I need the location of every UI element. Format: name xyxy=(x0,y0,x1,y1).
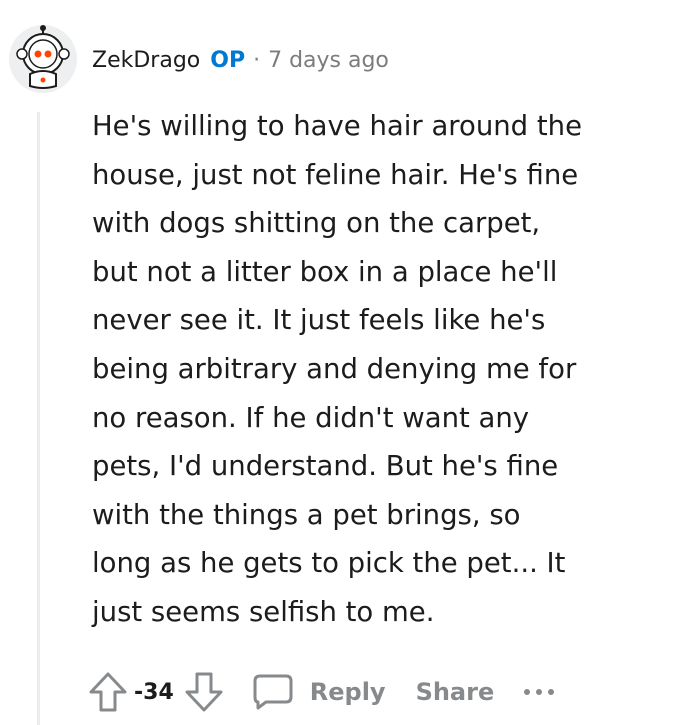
avatar[interactable] xyxy=(8,24,78,94)
more-horizontal-icon xyxy=(548,689,555,695)
downvote-button[interactable] xyxy=(182,668,226,716)
more-horizontal-icon xyxy=(524,689,531,695)
author-username[interactable]: ZekDrago xyxy=(92,48,200,73)
reply-label: Reply xyxy=(309,678,386,706)
arrow-up-icon xyxy=(89,672,127,712)
upvote-button[interactable] xyxy=(86,668,130,716)
share-label: Share xyxy=(415,678,495,706)
arrow-down-icon xyxy=(185,672,223,712)
comment-timestamp[interactable]: 7 days ago xyxy=(268,48,389,73)
snoo-astronaut-avatar-icon xyxy=(9,25,77,93)
reply-button[interactable]: Reply xyxy=(252,673,386,711)
more-horizontal-icon xyxy=(536,689,543,695)
comment-header: ZekDrago OP · 7 days ago xyxy=(92,44,389,76)
thread-collapse-line[interactable] xyxy=(37,112,40,725)
comment-body: He's willing to have hair around the hou… xyxy=(92,110,583,628)
more-options-button[interactable] xyxy=(524,682,555,702)
meta-separator: · xyxy=(253,47,261,73)
speech-bubble-icon xyxy=(253,674,293,710)
op-badge: OP xyxy=(210,47,246,73)
share-button[interactable]: Share xyxy=(416,678,495,706)
vote-score: -34 xyxy=(134,679,174,705)
comment-action-bar: -34 Reply Share xyxy=(86,668,555,716)
